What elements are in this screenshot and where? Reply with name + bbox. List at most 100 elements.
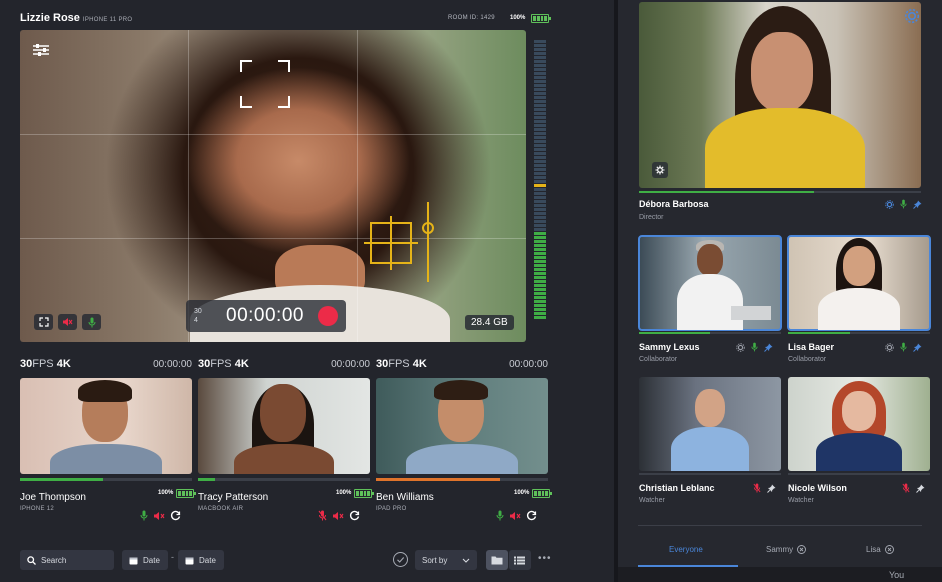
exposure-slider[interactable] [427, 202, 429, 282]
microphone-icon[interactable] [751, 342, 758, 352]
source-progress-fill [376, 478, 500, 481]
battery-icon [176, 489, 196, 498]
gear-icon[interactable] [736, 342, 745, 352]
participant-controls [885, 342, 922, 352]
frame-corner-icon [278, 96, 290, 108]
sort-label: Sort by [422, 555, 448, 565]
gear-icon[interactable] [904, 8, 920, 24]
microphone-muted-icon[interactable] [902, 483, 910, 493]
main-camera-preview[interactable]: 30 4 00:00:00 28.4 GB [20, 30, 526, 342]
meter-segment [534, 220, 546, 223]
source-video[interactable] [376, 378, 548, 474]
microphone-icon[interactable] [900, 199, 907, 209]
participant-video[interactable] [639, 2, 921, 188]
source-battery-percent: 100% [514, 490, 530, 496]
tab-sammy[interactable]: Sammy [766, 545, 807, 554]
source-timer: 00:00:00 [509, 359, 548, 370]
microphone-icon[interactable] [900, 342, 907, 352]
source-controls [140, 510, 181, 521]
meter-segment [534, 236, 546, 239]
meter-segment [534, 116, 546, 119]
focus-target-icon[interactable] [364, 216, 418, 270]
sync-icon[interactable] [170, 510, 181, 521]
meter-segment [534, 136, 546, 139]
sliders-icon[interactable] [32, 42, 50, 58]
date-to-picker[interactable]: Date [178, 550, 224, 570]
source-video[interactable] [198, 378, 370, 474]
participant-role: Collaborator [639, 356, 678, 363]
camera-settings-icon[interactable] [885, 199, 894, 209]
list-view-button[interactable] [509, 550, 531, 570]
gear-icon[interactable] [885, 342, 894, 352]
participant-role: Watcher [788, 497, 814, 504]
source-timer: 00:00:00 [153, 359, 192, 370]
microphone-icon[interactable] [140, 510, 148, 521]
date-from-picker[interactable]: Date [122, 550, 168, 570]
source-timer: 00:00:00 [331, 359, 370, 370]
source-progress [198, 478, 370, 481]
tab-everyone[interactable]: Everyone [669, 545, 703, 554]
pin-icon[interactable] [916, 484, 925, 493]
frame-corner-icon [278, 60, 290, 72]
record-button[interactable] [318, 306, 338, 326]
pin-icon[interactable] [913, 343, 922, 352]
meter-segment [534, 244, 546, 247]
fullscreen-button[interactable] [34, 314, 53, 330]
meter-segment [534, 108, 546, 111]
participant-video[interactable] [788, 377, 930, 471]
date-from-label: Date [143, 555, 160, 565]
microphone-icon[interactable] [496, 510, 504, 521]
pin-icon[interactable] [913, 200, 922, 209]
folder-view-button[interactable] [486, 550, 508, 570]
more-options-icon[interactable]: ••• [538, 553, 552, 564]
meter-segment [534, 156, 546, 159]
pin-icon[interactable] [764, 343, 773, 352]
meter-segment [534, 76, 546, 79]
meter-segment [534, 256, 546, 259]
meter-segment [534, 96, 546, 99]
meter-segment [534, 228, 546, 231]
microphone-muted-icon[interactable] [753, 483, 761, 493]
battery-icon [532, 489, 552, 498]
participant-video[interactable] [787, 235, 931, 331]
tab-label: Everyone [669, 545, 703, 554]
frame-rate-sub: 4 [194, 317, 198, 324]
sync-icon[interactable] [349, 510, 360, 521]
sync-icon[interactable] [526, 510, 537, 521]
meter-segment [534, 148, 546, 151]
source-format: 30FPS 4K [20, 358, 71, 370]
frame-corner-icon [240, 60, 252, 72]
meter-segment [534, 276, 546, 279]
speaker-muted-icon[interactable] [509, 511, 521, 521]
battery-icon [354, 489, 374, 498]
participant-controls [753, 483, 776, 493]
exposure-sun-icon[interactable] [422, 222, 434, 234]
speaker-muted-icon[interactable] [332, 511, 344, 521]
microphone-muted-icon[interactable] [318, 510, 327, 521]
pin-icon[interactable] [767, 484, 776, 493]
microphone-button[interactable] [82, 314, 101, 330]
meter-segment [534, 212, 546, 215]
source-progress-fill [198, 478, 216, 481]
current-device-label: IPHONE 11 PRO [82, 17, 133, 23]
speaker-muted-button[interactable] [58, 314, 77, 330]
participant-name: Christian Leblanc [639, 483, 715, 493]
sort-dropdown[interactable]: Sort by [415, 550, 477, 570]
audio-level-bar [639, 332, 781, 334]
participant-video[interactable] [638, 235, 782, 331]
meter-segment [534, 232, 546, 235]
speaker-muted-icon[interactable] [153, 511, 165, 521]
meter-segment [534, 308, 546, 311]
participant-role: Director [639, 214, 664, 221]
tab-lisa[interactable]: Lisa [866, 545, 894, 554]
participant-controls [885, 199, 922, 209]
meter-segment [534, 168, 546, 171]
search-input[interactable]: Search [20, 550, 114, 570]
tab-label: Sammy [766, 545, 794, 554]
source-video[interactable] [20, 378, 192, 474]
battery-icon [531, 14, 551, 23]
select-all-checkbox[interactable] [393, 552, 408, 567]
participant-video[interactable] [639, 377, 781, 471]
camera-settings-button[interactable] [652, 162, 668, 178]
source-controls [496, 510, 537, 521]
